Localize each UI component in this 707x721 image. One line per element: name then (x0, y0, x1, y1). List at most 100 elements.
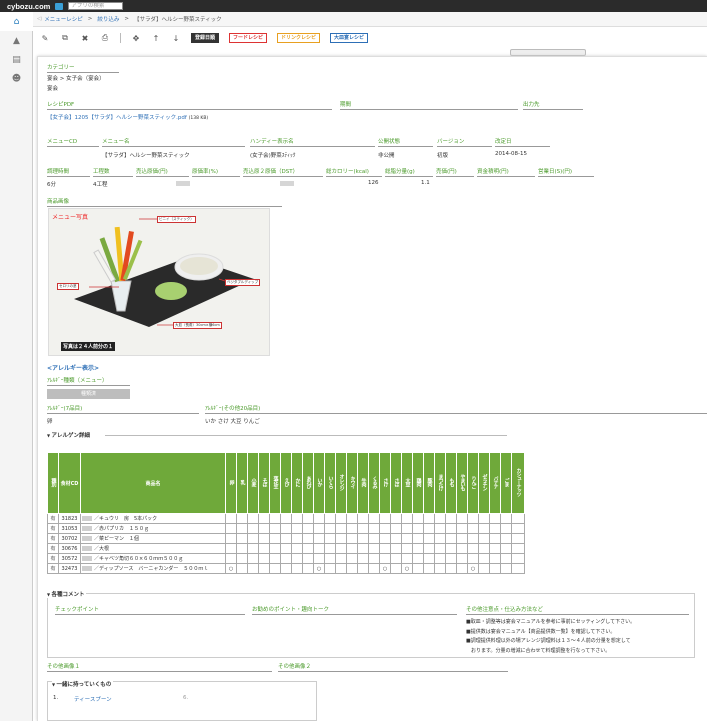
row-type: 有 (47, 563, 59, 574)
copy-icon[interactable]: ⧉ (60, 33, 70, 43)
print-icon[interactable]: ⎙ (100, 33, 110, 43)
paper-handle[interactable] (510, 49, 586, 56)
handy-name-value: (女子会)野菜ｽﾃｨｯｸ (250, 153, 296, 159)
menu-name-label: メニュー名 (102, 137, 245, 147)
table-row: 有 31053 ／赤パプリカ １５０ｇ (47, 523, 525, 534)
allergen-cell (258, 543, 270, 554)
allergen-cell (368, 543, 380, 554)
back-icon[interactable]: ◁ (37, 16, 41, 22)
allergen-cell (478, 513, 490, 524)
allergen-header-8: いか (313, 452, 325, 514)
metric-label-6: 総脂分量(g) (385, 167, 433, 177)
allergen-cell (401, 553, 413, 564)
bring-title[interactable]: ▼ 一緒に持っていくもの (52, 680, 114, 688)
allergen-header-12: 牛肉 (357, 452, 369, 514)
home-icon[interactable]: ⌂ (0, 12, 33, 31)
header-name: 商品名 (80, 452, 226, 514)
note-line-4: おります。分量の増減に合わせて料理調整を行なって下さい。 (466, 647, 611, 654)
row-type: 有 (47, 523, 59, 534)
row-cd: 31823 (58, 513, 81, 524)
allergen-cell (346, 533, 358, 544)
drink-recipe-button[interactable]: ドリンクレシピ (277, 33, 321, 43)
breadcrumb-sep2: > (124, 16, 129, 22)
allergen-cell (434, 533, 446, 544)
notes-text: ■取皿・調整等は宴会マニュアルを参考に事前にセッティングして下さい。 ■提供数は… (466, 618, 635, 656)
cybozu-logo[interactable]: cybozu.com (7, 2, 50, 11)
arrow-down-icon[interactable]: ↓ (171, 34, 181, 43)
large-recipe-button[interactable]: 大皿宴レシピ (330, 33, 369, 43)
row-name: ／ディップソース バーニャカンダー ５００ｍｌ (80, 563, 226, 574)
metric-label-0: 調理時間 (47, 167, 90, 177)
allergen-header-11: キウイ (346, 452, 358, 514)
table-row: 有 31823 ／キュウリ 房 5本パック (47, 513, 525, 524)
allergen-cell (445, 533, 457, 544)
allergen-cell (269, 543, 281, 554)
allergen-cell (456, 563, 468, 574)
move-icon[interactable]: ✥ (131, 34, 141, 43)
breadcrumb-filter[interactable]: 絞り込み (97, 15, 119, 23)
allergen-cell (324, 553, 336, 564)
allergen-cell (467, 513, 479, 524)
notification-icon[interactable]: ▲ (0, 31, 33, 50)
row-type: 有 (47, 513, 59, 524)
allergen-cell (225, 513, 237, 524)
menu-name-value: 【サラダ】ヘルシー野菜スティック (102, 153, 190, 159)
allergen-cell (489, 553, 501, 564)
allergen-cell (335, 513, 347, 524)
photo-menu-tag: メニュー写真 (52, 214, 89, 221)
delete-icon[interactable]: ✖ (80, 34, 90, 43)
top-bar: cybozu.com アプリの検索 (0, 0, 707, 12)
allergen-cell (280, 533, 292, 544)
fat-value: 1.1 (421, 180, 430, 186)
date-order-button[interactable]: 登録日順 (191, 33, 220, 43)
allergen-cell (467, 553, 479, 564)
row-type: 有 (47, 543, 59, 554)
breadcrumb-home[interactable]: メニューレシピ (44, 15, 83, 23)
allergy-detail-title[interactable]: ▼ アレルゲン詳細 (47, 431, 90, 439)
edit-icon[interactable]: ✎ (40, 34, 50, 43)
comments-title[interactable]: ▼ 各種コメント (47, 590, 87, 598)
period-label: 期間 (340, 100, 518, 110)
allergen-header-4: 落花生 (269, 452, 281, 514)
arrow-up-icon[interactable]: ↑ (151, 34, 161, 43)
redacted-dst (280, 181, 294, 186)
allergen-cell (434, 563, 446, 574)
food-recipe-button[interactable]: フードレシピ (229, 33, 268, 43)
people-icon[interactable]: ☻ (0, 69, 33, 88)
allergy-show-link[interactable]: <アレルギー表示> (47, 363, 99, 372)
metric-label-3: 原価率(%) (192, 167, 240, 177)
comment-icon[interactable]: ▤ (0, 50, 33, 69)
row-cd: 30676 (58, 543, 81, 554)
allergen-header-26: カシューナッツ (511, 452, 525, 514)
version-label: バージョン (437, 137, 492, 147)
allergen-cell (225, 553, 237, 564)
app-search-input[interactable]: アプリの検索 (68, 2, 124, 10)
allergen-cell: ○ (225, 563, 237, 574)
row-cd: 30572 (58, 553, 81, 564)
app-icon[interactable] (55, 2, 64, 10)
allergen-cell (390, 543, 402, 554)
allergen-cell (500, 513, 512, 524)
allergen-cell (247, 563, 259, 574)
allergen-header-1: 乳 (236, 452, 248, 514)
allergy20-label: ｱﾚﾙｷﾞｰ(その他20品目) (205, 404, 707, 414)
allergen-cell (368, 533, 380, 544)
allergen-cell (478, 533, 490, 544)
allergen-cell (225, 533, 237, 544)
allergen-cell (280, 563, 292, 574)
allergen-cell (335, 523, 347, 534)
header-cd: 食材CD (58, 452, 81, 514)
allergen-cell (236, 513, 248, 524)
recipe-pdf-link[interactable]: 【女子会】1205【サラダ】ヘルシー野菜スティック.pdf (47, 115, 187, 121)
allergen-cell (423, 563, 435, 574)
allergen-header-14: さけ (379, 452, 391, 514)
allergen-header-18: 豚肉 (423, 452, 435, 514)
header-type: 種別 (47, 452, 59, 514)
redacted-block (82, 566, 92, 571)
allergen-cell (236, 543, 248, 554)
allergen-header-6: かに (291, 452, 303, 514)
allergen-cell (489, 543, 501, 554)
allergen-cell (478, 563, 490, 574)
allergen-cell (357, 513, 369, 524)
allergen-cell (456, 533, 468, 544)
